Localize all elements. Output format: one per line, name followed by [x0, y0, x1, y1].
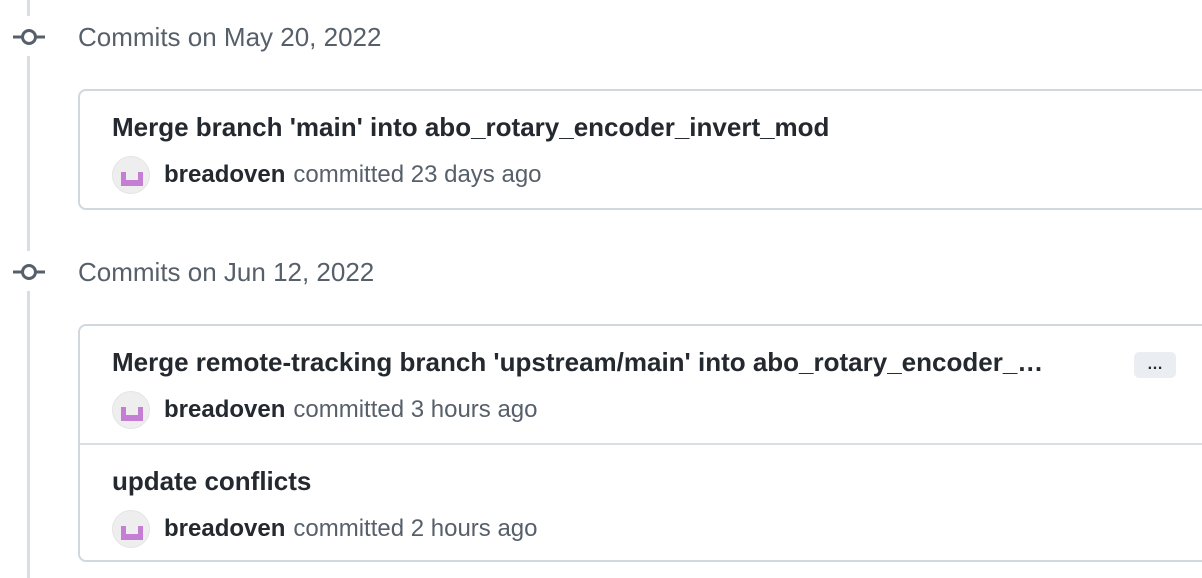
avatar[interactable]	[112, 391, 150, 429]
commit-group: Commits on Jun 12, 2022	[0, 251, 1202, 291]
author-link[interactable]: breadoven	[164, 515, 285, 543]
author-link[interactable]: breadoven	[164, 396, 285, 424]
git-commit-icon	[11, 251, 47, 291]
committed-time: committed 3 hours ago	[293, 396, 538, 423]
commit-group: Commits on May 20, 2022	[0, 16, 1202, 56]
commit-meta: breadoven committed 2 hours ago	[112, 509, 538, 549]
author-link[interactable]: breadoven	[164, 161, 285, 189]
committed-time: committed 2 hours ago	[293, 515, 538, 542]
committed-time: committed 23 days ago	[293, 161, 542, 188]
commit-row: Merge remote-tracking branch 'upstream/m…	[80, 326, 1202, 443]
commit-list-box: Merge remote-tracking branch 'upstream/m…	[78, 324, 1202, 562]
commit-meta: breadoven committed 23 days ago	[112, 155, 542, 195]
commit-row: update conflicts breadoven committed 2 h…	[80, 443, 1202, 560]
commit-group-header: Commits on May 20, 2022	[0, 16, 1202, 56]
commit-timeline: Commits on May 20, 2022 Merge branch 'ma…	[0, 0, 1202, 578]
commit-message-link[interactable]: Merge remote-tracking branch 'upstream/m…	[112, 347, 1043, 378]
commit-group-title: Commits on Jun 12, 2022	[78, 257, 375, 287]
avatar[interactable]	[112, 510, 150, 548]
commit-meta: breadoven committed 3 hours ago	[112, 390, 538, 430]
commit-group-title: Commits on May 20, 2022	[78, 22, 382, 52]
commit-message-link[interactable]: update conflicts	[112, 466, 311, 497]
commit-message-link[interactable]: Merge branch 'main' into abo_rotary_enco…	[112, 112, 829, 143]
git-commit-icon	[11, 16, 47, 56]
avatar[interactable]	[112, 156, 150, 194]
commit-row: Merge branch 'main' into abo_rotary_enco…	[80, 91, 1202, 208]
commit-group-header: Commits on Jun 12, 2022	[0, 251, 1202, 291]
expand-message-button[interactable]: …	[1134, 352, 1176, 378]
commit-list-box: Merge branch 'main' into abo_rotary_enco…	[78, 89, 1202, 210]
